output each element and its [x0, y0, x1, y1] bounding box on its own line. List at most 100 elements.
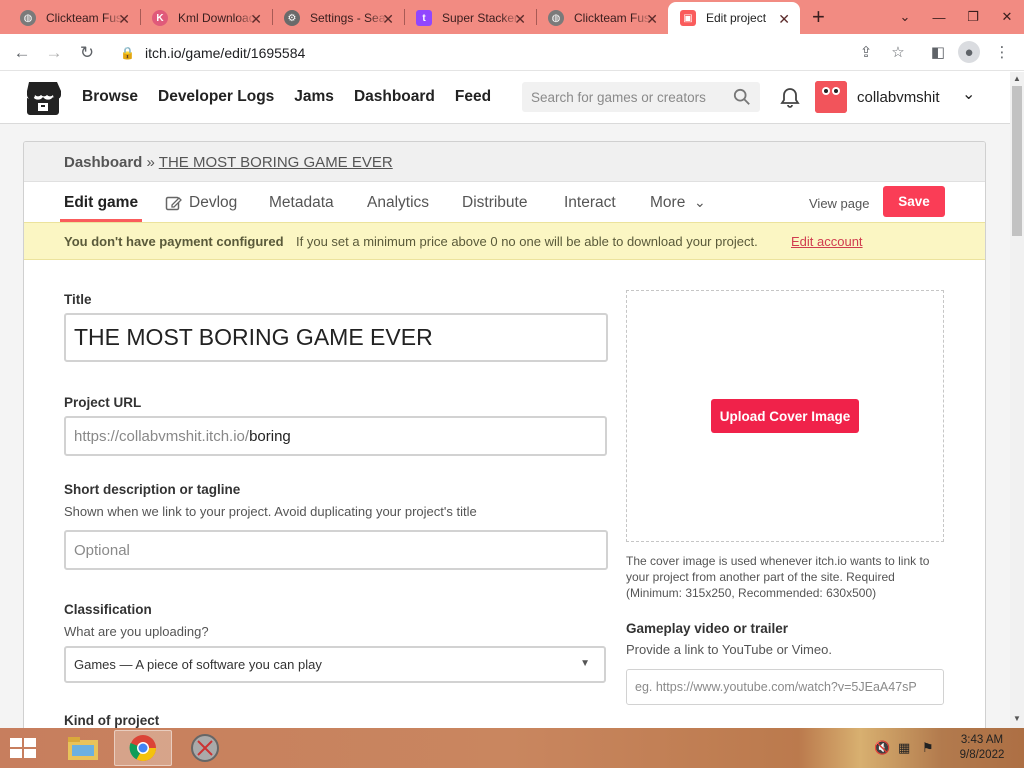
url-prefix: https://collabvmshit.itch.io/ [74, 427, 250, 445]
view-page-link[interactable]: View page [809, 196, 869, 211]
close-tab-icon[interactable]: ✕ [778, 11, 790, 28]
browser-tab[interactable]: t Super Stacker ✕ [404, 2, 536, 34]
tab-more[interactable]: More [650, 194, 685, 212]
browser-tab-active[interactable]: ▣ Edit project ✕ [668, 2, 800, 34]
nav-browse[interactable]: Browse [82, 88, 138, 106]
search-input[interactable]: Search for games or creators [522, 82, 760, 112]
avatar[interactable] [815, 81, 847, 113]
url-text[interactable]: itch.io/game/edit/1695584 [145, 45, 305, 61]
tab-distribute[interactable]: Distribute [462, 194, 527, 212]
browser-tab[interactable]: ◍ Clickteam Fusion 2.5 ✕ [8, 2, 140, 34]
network-icon[interactable]: ▦ [898, 740, 910, 756]
short-description-hint: Shown when we link to your project. Avoi… [64, 504, 477, 519]
video-url-input[interactable]: eg. https://www.youtube.com/watch?v=5JEa… [626, 669, 944, 705]
system-clock[interactable]: 3:43 AM 9/8/2022 [952, 733, 1012, 763]
file-explorer-icon[interactable] [54, 730, 112, 766]
edit-game-card: Dashboard » THE MOST BORING GAME EVER Ed… [23, 141, 986, 741]
nav-jams[interactable]: Jams [294, 88, 334, 106]
page-scrollbar[interactable]: ▲ ▼ [1010, 72, 1024, 728]
breadcrumb-separator: » [146, 154, 155, 171]
chevron-down-icon[interactable]: ⌄ [694, 194, 706, 211]
notice-message: If you set a minimum price above 0 no on… [296, 234, 758, 249]
kml-icon: K [152, 10, 168, 26]
windows-taskbar: 🔇 ▦ ⚑ 3:43 AM 9/8/2022 [0, 728, 1024, 768]
breadcrumb-dashboard[interactable]: Dashboard [64, 154, 142, 171]
back-arrow-icon[interactable]: ← [11, 42, 33, 64]
payment-notice: You don't have payment configured If you… [24, 222, 985, 260]
windows-start-icon[interactable] [6, 734, 40, 762]
username[interactable]: collabvmshit [857, 89, 940, 106]
share-icon[interactable]: ⇪ [856, 42, 876, 62]
close-tab-icon[interactable]: ✕ [646, 11, 658, 28]
video-label: Gameplay video or trailer [626, 621, 789, 636]
edit-account-link[interactable]: Edit account [791, 234, 863, 249]
nav-dashboard[interactable]: Dashboard [354, 88, 435, 106]
volume-muted-icon[interactable]: 🔇 [874, 740, 890, 756]
tab-analytics[interactable]: Analytics [367, 194, 429, 212]
cover-image-dropzone[interactable]: Upload Cover Image [626, 290, 944, 542]
itch-icon: ▣ [680, 10, 696, 26]
lock-icon[interactable]: 🔒 [120, 46, 135, 60]
breadcrumb: Dashboard » THE MOST BORING GAME EVER [24, 142, 985, 182]
nav-feed[interactable]: Feed [455, 88, 491, 106]
new-tab-button[interactable]: + [812, 6, 825, 28]
forward-arrow-icon[interactable]: → [43, 42, 65, 64]
menu-kebab-icon[interactable]: ⋮ [992, 42, 1012, 62]
close-tab-icon[interactable]: ✕ [118, 11, 130, 28]
edit-tabs: Edit game Devlog Metadata Analytics Dist… [24, 182, 985, 222]
bookmark-star-icon[interactable]: ☆ [888, 42, 908, 62]
url-slug-input[interactable]: boring [249, 428, 291, 445]
reload-icon[interactable]: ↻ [76, 42, 98, 64]
tab-interact[interactable]: Interact [564, 194, 616, 212]
browser-tab[interactable]: ⚙ Settings - Search engines ✕ [272, 2, 404, 34]
upload-cover-image-button[interactable]: Upload Cover Image [711, 399, 859, 433]
close-window-button[interactable]: ✕ [990, 0, 1024, 34]
classification-select[interactable]: Games — A piece of software you can play… [64, 646, 606, 683]
tab-search-chevron-icon[interactable]: ⌄ [888, 0, 922, 34]
restore-button[interactable]: ❐ [956, 0, 990, 34]
side-panel-icon[interactable]: ◧ [928, 42, 948, 62]
save-button[interactable]: Save [883, 186, 945, 217]
browser-tab-strip: ◍ Clickteam Fusion 2.5 ✕ K Kml Downloade… [0, 0, 1024, 34]
tab-metadata[interactable]: Metadata [269, 194, 334, 212]
address-bar[interactable]: 🔒 itch.io/game/edit/1695584 [110, 39, 922, 67]
gear-icon: ⚙ [284, 10, 300, 26]
classification-hint: What are you uploading? [64, 624, 209, 639]
close-tab-icon[interactable]: ✕ [514, 11, 526, 28]
short-description-input[interactable]: Optional [64, 530, 608, 570]
tab-devlog[interactable]: Devlog [189, 194, 237, 212]
close-tab-icon[interactable]: ✕ [250, 11, 262, 28]
minimize-button[interactable]: — [922, 0, 956, 34]
browser-tab[interactable]: K Kml Downloader ✕ [140, 2, 272, 34]
search-icon[interactable] [730, 88, 754, 106]
profile-icon[interactable]: ● [958, 41, 980, 63]
project-url-field[interactable]: https://collabvmshit.itch.io/ boring [64, 416, 607, 456]
clock-time: 3:43 AM [960, 734, 1004, 746]
nav-developer-logs[interactable]: Developer Logs [158, 88, 274, 106]
browser-tab[interactable]: ◍ Clickteam Fusion 2.5 ✕ [536, 2, 668, 34]
app-taskbar-icon[interactable] [176, 730, 234, 766]
project-url-label: Project URL [64, 395, 142, 410]
scrollbar-thumb[interactable] [1012, 86, 1022, 236]
action-center-icon[interactable]: ⚑ [922, 740, 934, 756]
scroll-down-arrow-icon[interactable]: ▼ [1013, 714, 1021, 723]
globe-icon: ◍ [548, 10, 564, 26]
chevron-down-icon[interactable]: ⌄ [962, 84, 975, 104]
breadcrumb-current[interactable]: THE MOST BORING GAME EVER [159, 154, 393, 171]
pencil-icon[interactable] [165, 195, 182, 212]
title-input[interactable]: THE MOST BORING GAME EVER [64, 313, 608, 362]
chrome-taskbar-icon[interactable] [114, 730, 172, 766]
tab-edit-game[interactable]: Edit game [64, 194, 138, 212]
site-header: Browse Developer Logs Jams Dashboard Fee… [0, 72, 1010, 124]
main-nav: Browse Developer Logs Jams Dashboard Fee… [82, 88, 511, 106]
window-controls: ⌄ — ❐ ✕ [888, 0, 1024, 34]
twitch-icon: t [416, 10, 432, 26]
itch-logo[interactable] [24, 80, 62, 116]
cover-image-note: The cover image is used whenever itch.io… [626, 554, 930, 600]
short-description-label: Short description or tagline [64, 482, 241, 497]
dropdown-caret-icon[interactable]: ▼ [580, 658, 590, 669]
close-tab-icon[interactable]: ✕ [382, 11, 394, 28]
scroll-up-arrow-icon[interactable]: ▲ [1013, 74, 1021, 83]
classification-label: Classification [64, 602, 152, 617]
bell-icon[interactable] [778, 86, 802, 110]
